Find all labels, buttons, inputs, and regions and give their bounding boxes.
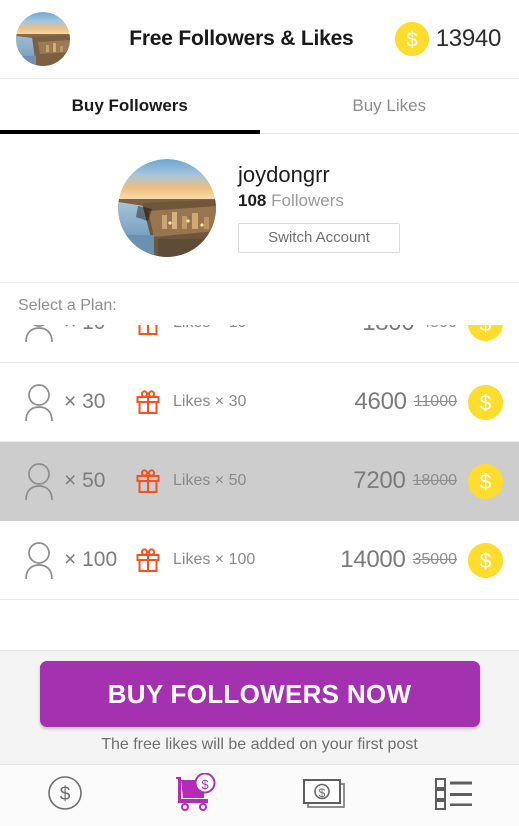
nav-item-coins[interactable]: $	[0, 765, 130, 826]
nav-item-buy[interactable]: $	[130, 765, 260, 826]
bottom-navigation: $ $ $	[0, 764, 519, 826]
checklist-icon	[432, 775, 476, 816]
nav-item-orders[interactable]	[389, 765, 519, 826]
person-outline-icon	[22, 383, 56, 421]
svg-text:$: $	[201, 777, 209, 792]
switch-account-button[interactable]: Switch Account	[238, 222, 400, 253]
plan-scroll-container: × 10 Likes × 101800 4500 $ × 30 Likes × 30 460…	[0, 325, 519, 600]
tab-buy-likes[interactable]: Buy Likes	[260, 79, 519, 133]
cta-note: The free likes will be added on your fir…	[101, 736, 418, 753]
tab-buy-followers[interactable]: Buy Followers	[0, 79, 260, 134]
plan-original-price: 11000	[413, 393, 457, 410]
plan-quantity: × 30	[64, 390, 106, 413]
svg-text:$: $	[60, 784, 71, 805]
dollar-coin-outline-icon: $	[46, 774, 84, 817]
plan-row[interactable]: × 50 Likes × 50 7200 18000 $	[0, 442, 519, 521]
person-outline-icon	[22, 462, 56, 500]
shopping-cart-dollar-icon: $	[172, 772, 218, 818]
dollar-coin-icon: $	[468, 325, 503, 341]
svg-text:$: $	[480, 392, 492, 415]
plan-price: 7200	[353, 467, 406, 494]
nav-item-earnings[interactable]: $	[260, 765, 390, 826]
plan-price: 1800	[362, 325, 415, 337]
header-avatar-profile-photo-icon[interactable]	[16, 12, 70, 66]
plan-row[interactable]: × 100 Likes × 100 14000 35000 $	[0, 521, 519, 600]
profile-followers: 108 Followers	[238, 191, 400, 211]
person-outline-icon	[22, 541, 56, 579]
page-title: Free Followers & Likes	[129, 27, 354, 50]
coin-balance-value: 13940	[435, 25, 502, 52]
svg-text:$: $	[480, 471, 492, 494]
app-root: Free Followers & Likes $ 13940 Buy Follo…	[0, 0, 519, 826]
plan-likes-label: Likes × 50	[173, 472, 247, 489]
plan-quantity: × 100	[64, 548, 118, 571]
gift-box-icon	[134, 388, 162, 416]
profile-info: joydongrr 108 Followers Switch Account	[238, 163, 400, 253]
plan-original-price: 18000	[412, 472, 458, 489]
buy-followers-now-button[interactable]: BUY FOLLOWERS NOW	[39, 661, 480, 727]
profile-section: joydongrr 108 Followers Switch Account	[0, 134, 519, 283]
cta-section: BUY FOLLOWERS NOW The free likes will be…	[0, 650, 519, 764]
svg-text:$: $	[480, 325, 492, 336]
plan-likes-label: Likes × 30	[173, 393, 247, 410]
dollar-coin-icon: $	[394, 22, 429, 56]
gift-box-icon	[134, 546, 162, 574]
plan-price: 14000	[340, 546, 406, 573]
plan-quantity: × 10	[64, 325, 126, 335]
plan-original-price: 4500	[421, 325, 457, 332]
plan-likes-label: Likes × 100	[173, 551, 256, 568]
coin-balance[interactable]: $ 13940	[394, 22, 503, 56]
svg-text:$: $	[480, 550, 492, 573]
banknotes-dollar-icon: $	[300, 774, 348, 817]
tab-buy-likes-label: Buy Likes	[352, 96, 427, 115]
app-header: Free Followers & Likes $ 13940	[0, 0, 519, 79]
profile-followers-label: Followers	[271, 191, 344, 211]
svg-text:$: $	[406, 30, 417, 52]
profile-followers-count: 108	[238, 191, 267, 211]
svg-text:$: $	[319, 786, 326, 800]
dollar-coin-icon: $	[468, 384, 503, 420]
gift-box-icon	[134, 467, 162, 495]
profile-username: joydongrr	[238, 162, 330, 188]
plan-quantity: × 50	[64, 469, 106, 492]
plan-list[interactable]: × 10 Likes × 101800 4500 $ × 30 Likes × 30 460…	[0, 325, 519, 650]
gift-box-icon	[134, 325, 162, 337]
person-outline-icon	[22, 325, 56, 342]
plan-price: 4600	[354, 388, 407, 415]
avatar[interactable]	[118, 159, 216, 257]
plan-row[interactable]: × 30 Likes × 30 4600 11000 $	[0, 363, 519, 442]
tab-buy-followers-label: Buy Followers	[71, 96, 188, 115]
plan-row[interactable]: × 10 Likes × 101800 4500 $	[0, 325, 519, 363]
tab-bar: Buy Followers Buy Likes	[0, 79, 519, 134]
select-a-plan-label: Select a Plan:	[18, 297, 117, 314]
dollar-coin-icon: $	[468, 542, 503, 578]
plan-original-price: 35000	[412, 551, 458, 568]
plan-likes-label: Likes × 10	[173, 325, 362, 332]
plan-section: Select a Plan: × 10Likes × 1018004500$× …	[0, 283, 519, 650]
dollar-coin-icon: $	[468, 463, 503, 499]
